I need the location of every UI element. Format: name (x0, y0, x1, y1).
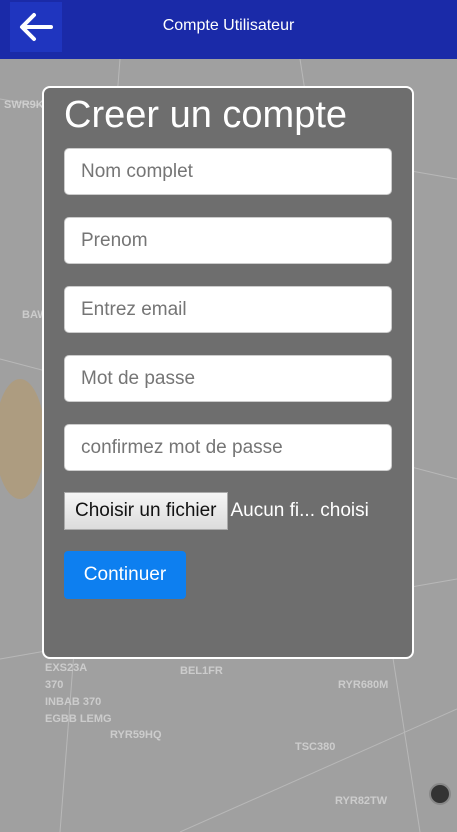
file-picker: Choisir un fichier Aucun fi... choisi (64, 492, 369, 530)
page-title: Compte Utilisateur (162, 17, 295, 34)
choose-file-button[interactable]: Choisir un fichier (64, 492, 228, 530)
password-input[interactable] (64, 355, 392, 402)
continue-button[interactable]: Continuer (64, 551, 186, 599)
file-status: Aucun fi... choisi (230, 500, 369, 521)
map-label: BEL1FR (180, 665, 223, 677)
map-label: EXS23A (45, 662, 88, 674)
first-name-input[interactable] (64, 217, 392, 264)
full-name-input[interactable] (64, 148, 392, 195)
map-label: INBAB 370 (45, 696, 102, 708)
signup-card: Creer un compte Choisir un fichier Aucun… (42, 86, 414, 659)
confirm-password-input[interactable] (64, 424, 392, 471)
form-heading: Creer un compte (64, 94, 348, 136)
map-label: RYR59HQ (110, 729, 162, 741)
map-label: RYR680M (338, 679, 389, 691)
map-label: TSC380 (295, 741, 336, 753)
map-label: SWR9K (4, 99, 44, 111)
map-label: RYR82TW (335, 795, 388, 807)
map-label: 370 (45, 679, 64, 691)
app-header: Compte Utilisateur (0, 0, 457, 59)
email-input[interactable] (64, 286, 392, 333)
map-label: EGBB LEMG (45, 713, 112, 725)
map-control-button[interactable] (429, 783, 451, 805)
